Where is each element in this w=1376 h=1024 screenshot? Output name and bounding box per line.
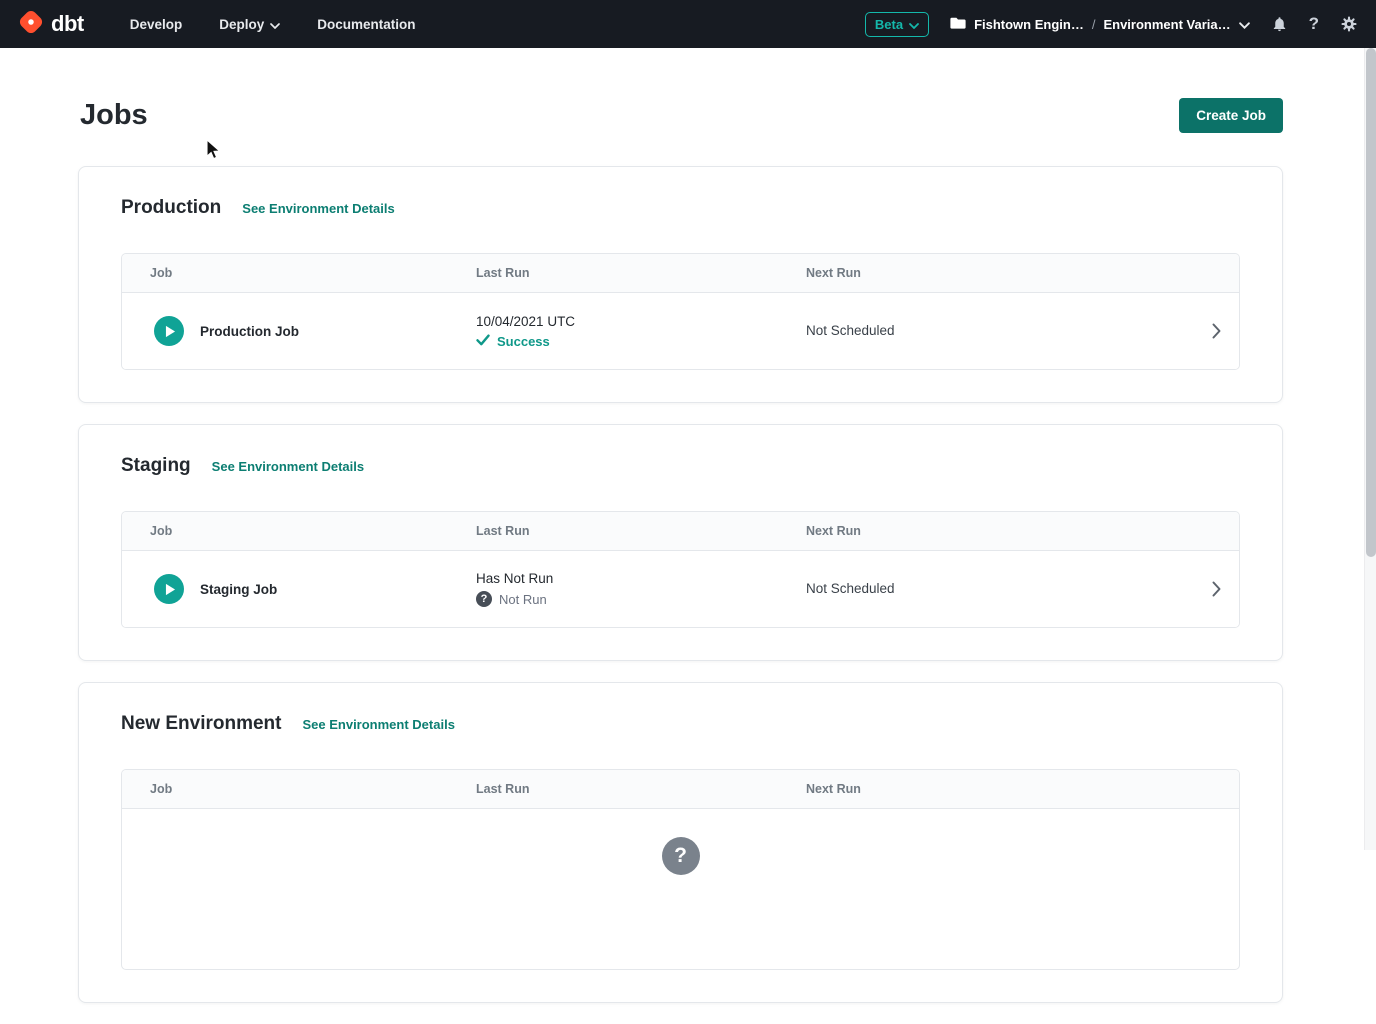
next-run-value: Not Scheduled (806, 581, 895, 596)
see-environment-details-link[interactable]: See Environment Details (212, 459, 364, 474)
main-content: Jobs Create Job Production See Environme… (0, 48, 1364, 1024)
job-name: Production Job (200, 324, 299, 339)
table-header-row: Job Last Run Next Run (122, 512, 1239, 551)
page-title: Jobs (78, 99, 148, 132)
breadcrumb-separator: / (1092, 17, 1096, 32)
jobs-table: Job Last Run Next Run Staging Job Has No… (121, 511, 1240, 628)
environment-name: Staging (121, 455, 191, 477)
chevron-down-icon (270, 17, 280, 32)
chevron-right-icon[interactable] (1193, 581, 1239, 597)
dbt-logo-text: dbt (51, 11, 84, 37)
environment-card-new-environment: New Environment See Environment Details … (78, 682, 1283, 1003)
nav-item-documentation[interactable]: Documentation (317, 17, 415, 32)
job-name: Staging Job (200, 582, 277, 597)
dbt-logo[interactable]: dbt (16, 7, 84, 42)
breadcrumb-page[interactable]: Environment Varia… (1103, 17, 1230, 32)
notifications-bell-icon[interactable] (1271, 15, 1288, 33)
environment-name: Production (121, 197, 221, 219)
vertical-scrollbar-thumb[interactable] (1366, 48, 1376, 557)
last-run-status: Not Run (499, 592, 547, 607)
create-job-button[interactable]: Create Job (1179, 98, 1283, 133)
column-header-job: Job (122, 524, 476, 538)
chevron-right-icon[interactable] (1193, 323, 1239, 339)
column-header-job: Job (122, 266, 476, 280)
settings-gear-icon[interactable] (1340, 15, 1358, 33)
run-job-play-button[interactable] (154, 574, 184, 604)
column-header-last-run: Last Run (476, 782, 806, 796)
job-row-staging[interactable]: Staging Job Has Not Run ? Not Run Not Sc… (122, 551, 1239, 627)
jobs-table: Job Last Run Next Run ? (121, 769, 1240, 970)
breadcrumb[interactable]: Fishtown Engin… / Environment Varia… (950, 16, 1250, 33)
empty-state-question-icon: ? (662, 837, 700, 875)
help-icon[interactable]: ? (1309, 14, 1319, 34)
not-run-question-icon: ? (476, 591, 492, 607)
chevron-down-icon (1239, 17, 1250, 32)
nav-item-deploy[interactable]: Deploy (219, 17, 280, 32)
last-run-date: 10/04/2021 UTC (476, 314, 806, 329)
column-header-last-run: Last Run (476, 266, 806, 280)
table-header-row: Job Last Run Next Run (122, 770, 1239, 809)
column-header-next-run: Next Run (806, 782, 1239, 796)
beta-label: Beta (875, 17, 903, 32)
beta-dropdown[interactable]: Beta (865, 12, 929, 37)
table-header-row: Job Last Run Next Run (122, 254, 1239, 293)
nav-item-documentation-label: Documentation (317, 17, 415, 32)
last-run-date: Has Not Run (476, 571, 806, 586)
jobs-table: Job Last Run Next Run Production Job 10/… (121, 253, 1240, 370)
chevron-down-icon (909, 17, 919, 32)
vertical-scrollbar-track[interactable] (1364, 48, 1376, 850)
environment-card-staging: Staging See Environment Details Job Last… (78, 424, 1283, 661)
column-header-job: Job (122, 782, 476, 796)
column-header-last-run: Last Run (476, 524, 806, 538)
help-icon-glyph: ? (1309, 14, 1319, 34)
environment-name: New Environment (121, 713, 281, 735)
nav-item-deploy-label: Deploy (219, 17, 264, 32)
next-run-value: Not Scheduled (806, 323, 895, 338)
environment-card-production: Production See Environment Details Job L… (78, 166, 1283, 403)
see-environment-details-link[interactable]: See Environment Details (302, 717, 454, 732)
column-header-next-run: Next Run (806, 524, 1239, 538)
breadcrumb-account[interactable]: Fishtown Engin… (974, 17, 1084, 32)
column-header-next-run: Next Run (806, 266, 1239, 280)
job-row-production[interactable]: Production Job 10/04/2021 UTC Success No… (122, 293, 1239, 369)
nav-item-develop[interactable]: Develop (130, 17, 183, 32)
last-run-status: Success (497, 334, 550, 349)
run-job-play-button[interactable] (154, 316, 184, 346)
see-environment-details-link[interactable]: See Environment Details (242, 201, 394, 216)
top-navbar: dbt Develop Deploy Documentation Beta Fi… (0, 0, 1376, 48)
nav-item-develop-label: Develop (130, 17, 183, 32)
empty-jobs-area: ? (122, 809, 1239, 969)
folder-icon (950, 16, 966, 33)
dbt-logo-icon (16, 7, 46, 42)
success-check-icon (476, 334, 490, 349)
